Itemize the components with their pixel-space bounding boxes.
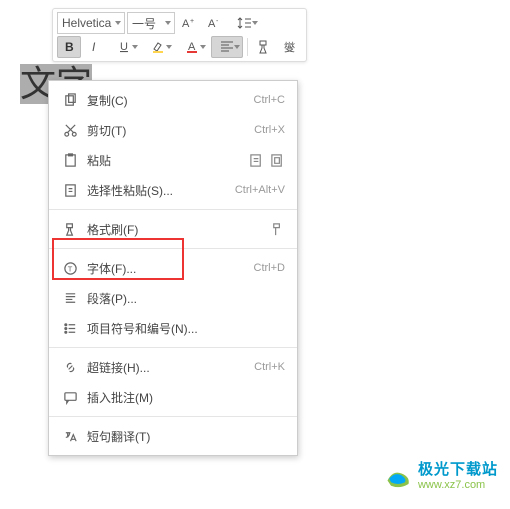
menu-font[interactable]: T 字体(F)... Ctrl+D	[49, 253, 297, 283]
font-icon: T	[59, 261, 81, 276]
menu-separator	[49, 248, 297, 249]
chevron-down-icon	[132, 45, 138, 49]
menu-label: 字体(F)...	[81, 260, 254, 277]
chevron-down-icon	[166, 45, 172, 49]
align-button[interactable]	[211, 36, 243, 58]
brush-option-icon[interactable]	[270, 222, 285, 237]
menu-shortcut: Ctrl+K	[254, 361, 285, 373]
svg-text:燮: 燮	[284, 41, 295, 54]
menu-separator	[49, 416, 297, 417]
menu-paragraph[interactable]: 段落(P)...	[49, 283, 297, 313]
menu-bullets[interactable]: 项目符号和编号(N)...	[49, 313, 297, 343]
menu-label: 短句翻译(T)	[81, 428, 285, 445]
floating-toolbar: Helvetica 一号 A+ A- B I U A 燮	[52, 8, 307, 62]
font-size-value: 一号	[132, 15, 156, 32]
character-format-button[interactable]: 燮	[278, 36, 302, 58]
paste-special-icon	[59, 183, 81, 198]
menu-paste[interactable]: 粘贴	[49, 145, 297, 175]
paragraph-icon	[59, 291, 81, 306]
menu-label: 段落(P)...	[81, 290, 285, 307]
scissors-icon	[59, 123, 81, 138]
menu-translate[interactable]: 短句翻译(T)	[49, 421, 297, 451]
watermark: 极光下载站 www.xz7.com	[384, 462, 498, 491]
menu-label: 复制(C)	[81, 92, 254, 109]
paste-options	[249, 153, 285, 168]
menu-format-painter[interactable]: 格式刷(F)	[49, 214, 297, 244]
clipboard-icon	[59, 153, 81, 168]
watermark-url: www.xz7.com	[418, 479, 498, 491]
paste-option-icon[interactable]	[249, 153, 264, 168]
svg-text:B: B	[65, 40, 74, 54]
menu-shortcut: Ctrl+C	[254, 94, 285, 106]
list-icon	[59, 321, 81, 336]
format-painter-button[interactable]	[252, 36, 276, 58]
svg-text:I: I	[92, 40, 96, 54]
chevron-down-icon	[252, 21, 258, 25]
menu-label: 超链接(H)...	[81, 359, 254, 376]
chevron-down-icon	[115, 21, 121, 25]
svg-text:-: -	[216, 18, 219, 25]
logo-icon	[384, 463, 412, 491]
menu-label: 粘贴	[81, 152, 249, 169]
link-icon	[59, 360, 81, 375]
svg-text:T: T	[67, 264, 72, 273]
menu-label: 项目符号和编号(N)...	[81, 320, 285, 337]
watermark-title: 极光下载站	[418, 462, 498, 479]
menu-label: 选择性粘贴(S)...	[81, 182, 235, 199]
svg-text:A: A	[182, 18, 190, 30]
menu-cut[interactable]: 剪切(T) Ctrl+X	[49, 115, 297, 145]
font-size-select[interactable]: 一号	[127, 12, 175, 34]
menu-label: 格式刷(F)	[81, 221, 270, 238]
highlight-color-button[interactable]	[143, 36, 175, 58]
underline-button[interactable]: U	[109, 36, 141, 58]
brush-icon	[59, 222, 81, 237]
chevron-down-icon	[234, 45, 240, 49]
line-spacing-button[interactable]	[229, 12, 261, 34]
chevron-down-icon	[165, 21, 171, 25]
menu-separator	[49, 347, 297, 348]
svg-text:A: A	[208, 18, 216, 30]
increase-font-button[interactable]: A+	[177, 12, 201, 34]
menu-separator	[49, 209, 297, 210]
menu-label: 插入批注(M)	[81, 389, 285, 406]
menu-label: 剪切(T)	[81, 122, 254, 139]
copy-icon	[59, 93, 81, 108]
menu-shortcut: Ctrl+Alt+V	[235, 184, 285, 196]
svg-text:+: +	[190, 18, 194, 25]
chevron-down-icon	[200, 45, 206, 49]
context-menu: 复制(C) Ctrl+C 剪切(T) Ctrl+X 粘贴 选择性粘贴(S)...…	[48, 80, 298, 456]
menu-shortcut: Ctrl+D	[254, 262, 285, 274]
font-family-select[interactable]: Helvetica	[57, 12, 125, 34]
menu-hyperlink[interactable]: 超链接(H)... Ctrl+K	[49, 352, 297, 382]
menu-paste-special[interactable]: 选择性粘贴(S)... Ctrl+Alt+V	[49, 175, 297, 205]
comment-icon	[59, 390, 81, 405]
menu-comment[interactable]: 插入批注(M)	[49, 382, 297, 412]
font-family-value: Helvetica	[62, 16, 111, 30]
menu-copy[interactable]: 复制(C) Ctrl+C	[49, 85, 297, 115]
translate-icon	[59, 429, 81, 444]
separator	[247, 38, 248, 56]
menu-shortcut: Ctrl+X	[254, 124, 285, 136]
svg-text:U: U	[120, 41, 128, 53]
font-color-button[interactable]: A	[177, 36, 209, 58]
paste-option-icon[interactable]	[270, 153, 285, 168]
decrease-font-button[interactable]: A-	[203, 12, 227, 34]
